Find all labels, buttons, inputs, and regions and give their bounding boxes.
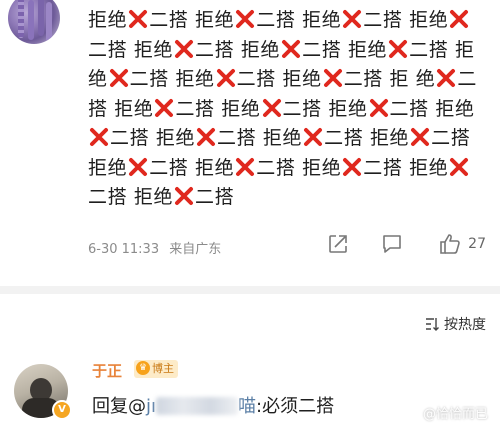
cross-mark-icon [450, 10, 469, 28]
post-segment: 二搭 [175, 97, 215, 120]
post-segment: 二搭 [88, 38, 128, 61]
post-segment: 二搭 [256, 156, 296, 179]
cross-mark-icon [155, 98, 174, 117]
cross-mark-icon [437, 69, 456, 87]
sort-icon [425, 316, 441, 332]
post-segment: 拒绝 [328, 97, 368, 120]
sort-label: 按热度 [444, 317, 486, 333]
blogger-badge-label: 博主 [152, 362, 174, 375]
post-segment: 拒绝 [195, 9, 235, 31]
post-segment: 绝 [415, 68, 436, 90]
post-segment: 二搭 [343, 68, 383, 90]
cross-mark-icon [323, 69, 342, 87]
post-segment: 二搭 [363, 156, 403, 179]
post-segment: 二搭 [363, 9, 403, 31]
cross-mark-icon [109, 69, 128, 87]
post-segment: 二搭 [236, 68, 276, 90]
cross-mark-icon [450, 157, 469, 176]
post-segment: 拒绝 [240, 38, 281, 61]
cross-mark-icon [129, 157, 148, 176]
cross-mark-icon [129, 10, 148, 28]
cross-mark-icon [90, 128, 108, 146]
post-segment: 拒绝 [302, 156, 342, 179]
cross-mark-icon [411, 128, 430, 146]
reply-text: 回复@jı 喵:必须二搭 [92, 392, 334, 418]
cross-mark-icon [175, 187, 194, 205]
reply-prefix: 回复@ [92, 396, 146, 417]
post-segment: 二搭 [409, 38, 449, 61]
post-source: 来自广东 [169, 242, 222, 257]
cross-mark-icon [197, 128, 216, 146]
post-segment: 拒绝 [155, 127, 196, 149]
blogger-badge: ♛ 博主 [134, 360, 178, 378]
post-segment: 二搭 [149, 156, 189, 179]
watermark: @恰恰而已 [422, 407, 488, 422]
post-segment: 二搭 [302, 38, 342, 61]
post-segment: 二搭 [431, 127, 471, 149]
mention-end[interactable]: 喵 [238, 396, 256, 417]
poster-avatar[interactable] [8, 0, 60, 44]
post-segment: 拒绝 [262, 127, 303, 149]
cross-mark-icon [343, 157, 362, 176]
post-meta: 6-30 11:33 来自广东 [88, 238, 221, 257]
cross-mark-icon [369, 98, 388, 117]
post-segment: 拒绝 [347, 38, 388, 61]
post-segment: 拒绝 [88, 156, 128, 179]
post-segment: 二搭 [110, 127, 150, 149]
post-segment: 拒绝 [133, 186, 174, 208]
post-segment: 拒绝 [409, 156, 449, 179]
post-segment: 拒绝 [435, 97, 475, 120]
crown-icon: ♛ [136, 361, 150, 375]
post-segment: 拒绝 [175, 68, 215, 90]
post-segment: 二搭 [88, 186, 128, 208]
cross-mark-icon [343, 10, 362, 28]
post-segment: 二搭 [217, 127, 257, 149]
mention-start[interactable]: jı [146, 396, 156, 417]
blurred-username [156, 397, 239, 415]
post-segment: 拒绝 [369, 127, 410, 149]
post-segment: 拒绝 [221, 97, 261, 120]
cross-mark-icon [282, 39, 301, 58]
post-segment: 拒绝 [282, 68, 322, 90]
cross-mark-icon [216, 69, 235, 87]
post-segment: 拒绝 [195, 156, 235, 179]
post-segment: 拒绝 [88, 9, 128, 31]
cross-mark-icon [175, 39, 194, 58]
post-segment: 二搭 [195, 38, 235, 61]
post-actions: 27 [326, 232, 486, 256]
reply-username[interactable]: 于正 [92, 360, 122, 381]
post-body: 拒绝 二搭 拒绝 二搭 拒绝 二搭 拒绝二搭 拒绝 二搭 拒绝 二搭 拒绝 二搭 拒绝 二搭 … [88, 6, 484, 213]
post-segment: 拒绝 [133, 38, 174, 61]
post-segment: 二搭 [195, 186, 235, 208]
cross-mark-icon [262, 98, 281, 117]
post-segment: 拒 [389, 68, 410, 90]
like-count: 27 [468, 236, 486, 252]
verified-badge-icon: V [52, 400, 72, 420]
section-divider [0, 286, 500, 294]
post-segment: 二搭 [324, 127, 364, 149]
post-segment: 拒绝 [302, 9, 342, 31]
post-segment: 二搭 [389, 97, 429, 120]
reply-content: :必须二搭 [256, 396, 335, 417]
sort-toggle[interactable]: 按热度 [425, 314, 486, 334]
post-segment: 二搭 [129, 68, 169, 90]
post-timestamp: 6-30 11:33 [88, 242, 160, 257]
cross-mark-icon [389, 39, 408, 58]
post-segment: 二搭 [256, 9, 296, 31]
cross-mark-icon [236, 157, 255, 176]
post-segment: 拒绝 [114, 97, 154, 120]
share-icon[interactable] [326, 232, 350, 256]
post-segment: 二搭 [282, 97, 322, 120]
post-segment: 拒绝 [409, 9, 449, 31]
cross-mark-icon [236, 10, 255, 28]
comment-icon[interactable] [380, 232, 404, 256]
thumbs-up-icon[interactable] [438, 232, 462, 256]
post-segment: 二搭 [149, 9, 189, 31]
cross-mark-icon [304, 128, 323, 146]
